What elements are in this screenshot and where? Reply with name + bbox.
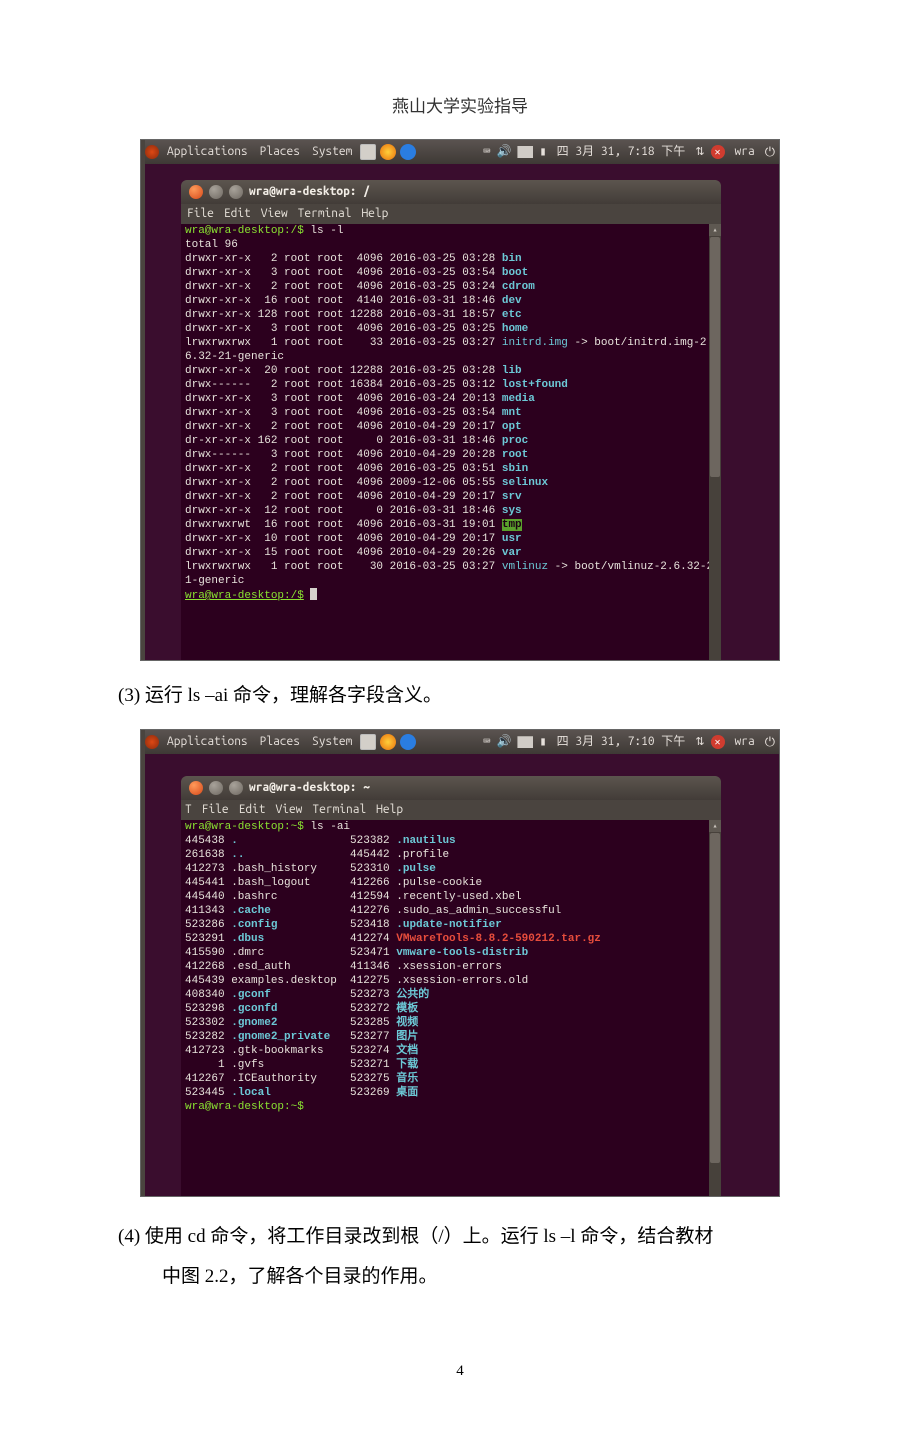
instruction-4: (4) 使用 cd 命令，将工作目录改到根（/）上。运行 ls –l 命令，结合… bbox=[140, 1217, 780, 1297]
system-menu[interactable]: System bbox=[308, 145, 356, 159]
window-close-button[interactable] bbox=[189, 185, 203, 199]
help-icon[interactable] bbox=[400, 734, 416, 750]
firefox-icon[interactable] bbox=[380, 734, 396, 750]
clock[interactable]: 四 3月 31, 7:18 下午 bbox=[553, 145, 690, 159]
instruction-3: (3) 运行 ls –ai 命令，理解各字段含义。 bbox=[140, 679, 780, 713]
scroll-up-icon[interactable]: ▴ bbox=[709, 820, 721, 832]
error-status-icon[interactable]: ✕ bbox=[711, 735, 725, 749]
terminal-launcher-icon[interactable] bbox=[360, 734, 376, 750]
menu-help[interactable]: Help bbox=[376, 803, 403, 817]
page-number: 4 bbox=[140, 1363, 780, 1380]
menu-view[interactable]: View bbox=[276, 803, 303, 817]
scrollbar[interactable]: ▴ ▾ bbox=[709, 820, 721, 1197]
scroll-thumb[interactable] bbox=[710, 833, 720, 1163]
window-title: wra@wra-desktop: / bbox=[249, 185, 370, 199]
volume-icon[interactable]: 🔊 bbox=[496, 735, 511, 749]
user-menu[interactable]: wra bbox=[731, 145, 759, 159]
window-maximize-button[interactable] bbox=[229, 781, 243, 795]
firefox-icon[interactable] bbox=[380, 144, 396, 160]
scroll-up-icon[interactable]: ▴ bbox=[709, 224, 721, 236]
scroll-thumb[interactable] bbox=[710, 237, 720, 477]
scrollbar[interactable]: ▴ ▾ bbox=[709, 224, 721, 661]
system-menu[interactable]: System bbox=[308, 735, 356, 749]
window-title: wra@wra-desktop: ~ bbox=[249, 781, 370, 795]
menu-edit[interactable]: Edit bbox=[239, 803, 266, 817]
terminal-output: wra@wra-desktop:/$ ls -l total 96 drwxr-… bbox=[185, 224, 715, 603]
applications-menu[interactable]: Applications bbox=[163, 145, 252, 159]
power-icon[interactable]: ⏻ bbox=[765, 145, 775, 159]
terminal-area[interactable]: ▴ ▾ wra@wra-desktop:~$ ls -ai 445438 . 5… bbox=[181, 820, 721, 1197]
network-icon[interactable]: ⇅ bbox=[695, 145, 704, 159]
menu-edit[interactable]: Edit bbox=[224, 207, 251, 221]
terminal-area[interactable]: ▴ ▾ wra@wra-desktop:/$ ls -l total 96 dr… bbox=[181, 224, 721, 661]
signal-icon: ▮ bbox=[539, 145, 546, 159]
clock[interactable]: 四 3月 31, 7:10 下午 bbox=[553, 735, 690, 749]
window-minimize-button[interactable] bbox=[209, 185, 223, 199]
applications-menu[interactable]: Applications bbox=[163, 735, 252, 749]
ubuntu-logo-icon[interactable] bbox=[145, 145, 159, 159]
error-status-icon[interactable]: ✕ bbox=[711, 145, 725, 159]
network-icon[interactable]: ⇅ bbox=[695, 735, 704, 749]
ubuntu-logo-icon[interactable] bbox=[145, 735, 159, 749]
window-minimize-button[interactable] bbox=[209, 781, 223, 795]
page-header: 燕山大学实验指导 bbox=[140, 92, 780, 117]
power-icon[interactable]: ⏻ bbox=[765, 735, 775, 749]
keyboard-indicator-icon[interactable]: ⌨ bbox=[483, 735, 490, 749]
user-menu[interactable]: wra bbox=[731, 735, 759, 749]
menu-view[interactable]: View bbox=[261, 207, 288, 221]
menu-file[interactable]: File bbox=[202, 803, 229, 817]
window-maximize-button[interactable] bbox=[229, 185, 243, 199]
mail-icon[interactable] bbox=[517, 146, 533, 158]
keyboard-indicator-icon[interactable]: ⌨ bbox=[483, 145, 490, 159]
menu-file[interactable]: File bbox=[187, 207, 214, 221]
help-icon[interactable] bbox=[400, 144, 416, 160]
places-menu[interactable]: Places bbox=[256, 735, 304, 749]
terminal-window: wra@wra-desktop: / File Edit View Termin… bbox=[181, 180, 721, 661]
menu-terminal[interactable]: Terminal bbox=[298, 207, 352, 221]
places-menu[interactable]: Places bbox=[256, 145, 304, 159]
signal-icon: ▮ bbox=[539, 735, 546, 749]
terminal-window: wra@wra-desktop: ~ T File Edit View Term… bbox=[181, 776, 721, 1197]
mail-icon[interactable] bbox=[517, 736, 533, 748]
volume-icon[interactable]: 🔊 bbox=[496, 145, 511, 159]
screenshot-ls-ai: Applications Places System ⌨ 🔊 ▮ 四 3月 31… bbox=[140, 729, 780, 1197]
menu-help[interactable]: Help bbox=[361, 207, 388, 221]
terminal-output: wra@wra-desktop:~$ ls -ai 445438 . 52338… bbox=[185, 820, 715, 1114]
terminal-launcher-icon[interactable] bbox=[360, 144, 376, 160]
menu-terminal[interactable]: Terminal bbox=[312, 803, 366, 817]
screenshot-ls-l: Applications Places System ⌨ 🔊 ▮ 四 3月 31… bbox=[140, 139, 780, 661]
window-close-button[interactable] bbox=[189, 781, 203, 795]
